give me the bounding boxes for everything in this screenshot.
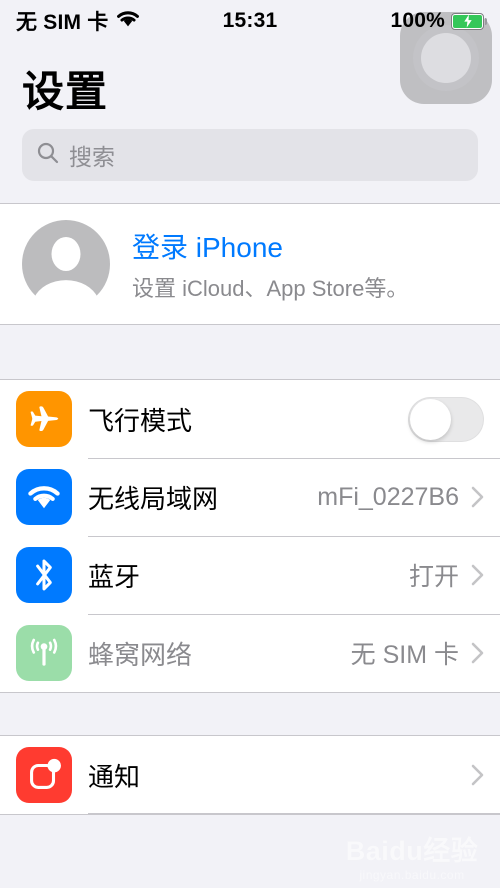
sign-in-row[interactable]: 登录 iPhone 设置 iCloud、App Store等。 — [0, 204, 500, 324]
battery-percent-label: 100% — [390, 9, 445, 32]
row-label-airplane-mode: 飞行模式 — [88, 405, 193, 436]
chevron-right-icon — [471, 764, 484, 786]
airplane-mode-toggle[interactable] — [408, 396, 484, 442]
search-placeholder: 搜索 — [69, 144, 115, 170]
account-group: 登录 iPhone 设置 iCloud、App Store等。 — [0, 203, 500, 325]
search-icon — [36, 141, 60, 170]
watermark: Baidu经验 jingyan.baidu.com — [332, 836, 492, 883]
wifi-icon — [115, 9, 141, 34]
assistive-touch-ring-outer — [413, 25, 479, 91]
carrier-label: 无 SIM 卡 — [16, 11, 109, 34]
row-label-cellular: 蜂窝网络 — [88, 639, 193, 670]
search-bar-container: 搜索 — [0, 125, 500, 203]
chevron-right-icon — [471, 486, 484, 508]
row-wifi[interactable]: 无线局域网 mFi_0227B6 — [0, 458, 500, 536]
row-label-wifi: 无线局域网 — [88, 483, 219, 514]
avatar-placeholder-icon — [22, 220, 110, 312]
notifications-group: 通知 — [0, 735, 500, 815]
row-label-notifications: 通知 — [88, 761, 141, 792]
watermark-main: Baidu经验 — [345, 836, 479, 866]
group-gap-2 — [0, 693, 500, 735]
chevron-right-icon — [471, 564, 484, 586]
status-bar-left: 无 SIM 卡 — [16, 6, 141, 36]
battery-charging-icon — [451, 12, 487, 30]
connectivity-group: 飞行模式 无线局域网 mFi_0227B6 蓝牙 打开 蜂窝网络 无 SIM 卡 — [0, 379, 500, 693]
chevron-right-icon — [471, 642, 484, 664]
wifi-icon — [16, 469, 72, 525]
row-bluetooth[interactable]: 蓝牙 打开 — [0, 536, 500, 614]
row-label-bluetooth: 蓝牙 — [88, 561, 141, 592]
watermark-sub: jingyan.baidu.com — [359, 868, 465, 882]
row-value-wifi: mFi_0227B6 — [317, 482, 459, 511]
group-gap-1 — [0, 325, 500, 379]
row-notifications[interactable]: 通知 — [0, 736, 500, 814]
row-value-bluetooth: 打开 — [408, 563, 459, 591]
row-airplane-mode[interactable]: 飞行模式 — [0, 380, 500, 458]
row-cellular[interactable]: 蜂窝网络 无 SIM 卡 — [0, 614, 500, 692]
airplane-icon — [16, 391, 72, 447]
row-value-cellular: 无 SIM 卡 — [350, 641, 459, 669]
status-bar-right: 100% — [390, 9, 487, 33]
settings-screen: 无 SIM 卡 15:31 100% 设置 搜索 登录 iPhone 设置 iC… — [0, 0, 500, 888]
sign-in-text: 登录 iPhone 设置 iCloud、App Store等。 — [132, 226, 408, 303]
search-input[interactable]: 搜索 — [22, 129, 478, 181]
bluetooth-icon — [16, 547, 72, 603]
sign-in-title: 登录 iPhone — [132, 231, 283, 263]
assistive-touch-ring-inner — [421, 33, 471, 83]
cellular-icon — [16, 625, 72, 681]
notifications-icon — [16, 747, 72, 803]
toggle-knob — [410, 398, 451, 440]
status-bar: 无 SIM 卡 15:31 100% — [0, 0, 500, 104]
sign-in-subtitle: 设置 iCloud、App Store等。 — [132, 275, 409, 301]
